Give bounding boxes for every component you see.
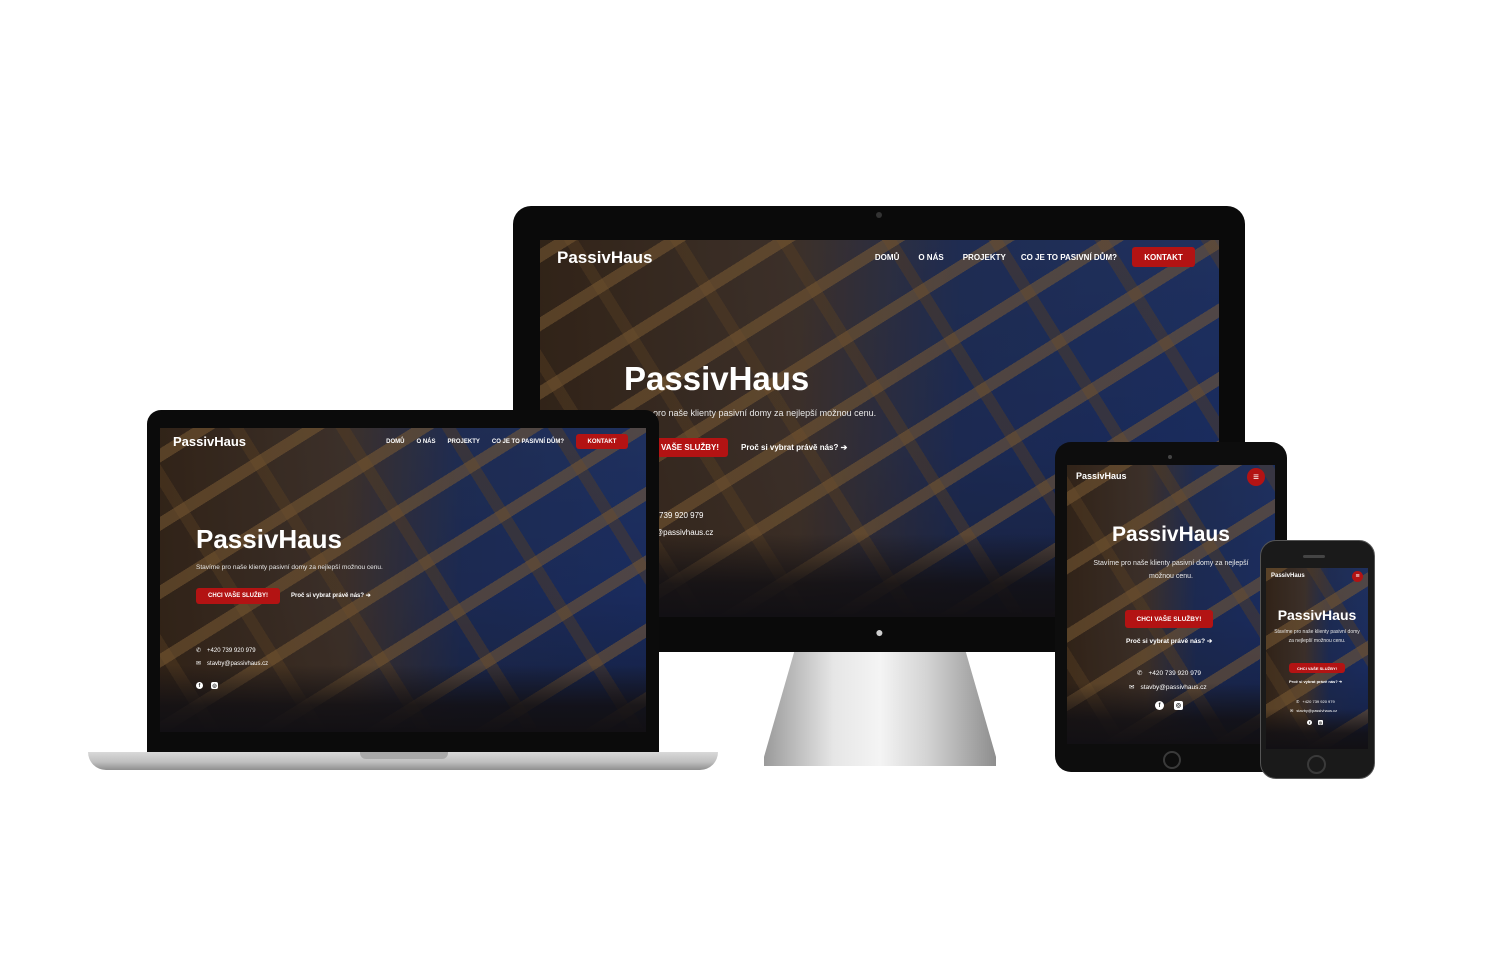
envelope-icon: ✉ <box>196 661 202 667</box>
email-text[interactable]: stavby@passivhaus.cz <box>207 661 268 667</box>
instagram-icon[interactable]: ◎ <box>1318 720 1323 725</box>
hero-title: PassivHaus <box>196 524 342 554</box>
why-us-link[interactable]: Proč si vybrat právě nás? ➔ <box>1126 637 1212 645</box>
phone-line: ✆ +420 739 920 979 <box>196 647 256 655</box>
imac-camera <box>876 212 882 218</box>
hero-subtitle: Stavíme pro naše klienty pasivní domy za… <box>1093 560 1249 580</box>
phone-line: 739 920 979 <box>659 511 704 520</box>
hero-subtitle: Stavíme pro naše klienty pasivní domy za… <box>196 564 383 571</box>
facebook-icon[interactable]: f <box>1155 701 1164 710</box>
nav-passive-house[interactable]: CO JE TO PASIVNÍ DŮM? <box>1021 253 1117 262</box>
hero-ground <box>1067 682 1275 744</box>
phone-icon: ✆ <box>1137 670 1143 677</box>
nav-contact-button[interactable]: KONTAKT <box>1132 247 1195 267</box>
site-logo[interactable]: PassivHaus <box>1271 573 1305 579</box>
cta-button[interactable]: VAŠE SLUŽBY! <box>652 438 728 457</box>
nav-about[interactable]: O NÁS <box>417 439 436 445</box>
cta-button[interactable]: CHCI VAŠE SLUŽBY! <box>1125 610 1213 628</box>
facebook-icon[interactable]: f <box>1307 720 1312 725</box>
cta-button[interactable]: CHCI VAŠE SLUŽBY! <box>1289 663 1345 673</box>
phone-icon: ✆ <box>196 648 202 654</box>
email-line: ✉ stavby@passivhaus.cz <box>196 660 268 668</box>
hamburger-icon[interactable]: ≡ <box>1352 571 1363 582</box>
tablet-camera <box>1168 455 1172 459</box>
email-text[interactable]: stavby@passivhaus.cz <box>1140 684 1206 691</box>
facebook-icon[interactable]: f <box>196 682 203 689</box>
why-us-link[interactable]: Proč si vybrat právě nás? ➔ <box>291 592 371 599</box>
nav-projects[interactable]: PROJEKTY <box>963 253 1006 262</box>
phone-text[interactable]: +420 739 920 979 <box>1148 670 1201 677</box>
nav-contact-button[interactable]: KONTAKT <box>576 434 628 449</box>
tablet-home-button <box>1163 751 1181 769</box>
envelope-icon: ✉ <box>1129 684 1135 691</box>
why-us-link[interactable]: Proč si vybrat právě nás? ➔ <box>741 443 847 452</box>
phone-home-button <box>1307 755 1326 774</box>
instagram-icon[interactable]: ◎ <box>1174 701 1183 710</box>
email-line: ✉ stavby@passivhaus.cz <box>1290 708 1337 713</box>
phone-text[interactable]: 739 920 979 <box>659 511 704 520</box>
instagram-icon[interactable]: ◎ <box>211 682 218 689</box>
nav-home[interactable]: DOMŮ <box>875 253 899 262</box>
phone-screen: PassivHaus ≡ PassivHaus Stavíme pro naše… <box>1266 568 1368 749</box>
hero-ground <box>1266 709 1368 749</box>
tablet-screen: PassivHaus ≡ PassivHaus Stavíme pro naše… <box>1067 465 1275 744</box>
email-line: y@passivhaus.cz <box>651 528 713 537</box>
hero-title: PassivHaus <box>1277 607 1357 623</box>
main-nav: DOMŮ O NÁS PROJEKTY CO JE TO PASIVNÍ DŮM… <box>875 247 1195 267</box>
nav-about[interactable]: O NÁS <box>918 253 943 262</box>
why-us-link[interactable]: Proč si vybrat právě nás? ➔ <box>1289 679 1342 684</box>
laptop-notch <box>360 752 448 759</box>
nav-passive-house[interactable]: CO JE TO PASIVNÍ DŮM? <box>492 439 564 445</box>
hamburger-icon[interactable]: ≡ <box>1247 468 1265 486</box>
site-logo[interactable]: PassivHaus <box>1076 471 1127 481</box>
phone-text[interactable]: +420 739 920 979 <box>1302 699 1334 704</box>
site-logo[interactable]: PassivHaus <box>557 248 652 268</box>
social-icons: f ◎ <box>196 682 218 689</box>
nav-projects[interactable]: PROJEKTY <box>448 439 480 445</box>
social-icons: f ◎ <box>1307 720 1323 725</box>
nav-home[interactable]: DOMŮ <box>386 439 404 445</box>
phone-text[interactable]: +420 739 920 979 <box>207 648 256 654</box>
phone-speaker <box>1303 555 1325 558</box>
email-text[interactable]: y@passivhaus.cz <box>651 528 713 537</box>
phone-line: ✆ +420 739 920 979 <box>1296 699 1335 704</box>
hero-subtitle: Stavíme pro naše klienty pasivní domy za… <box>1274 629 1360 644</box>
imac-stand <box>764 652 996 766</box>
laptop-screen: PassivHaus DOMŮ O NÁS PROJEKTY CO JE TO … <box>160 428 646 732</box>
hero-title: PassivHaus <box>624 360 810 397</box>
phone-icon: ✆ <box>1296 699 1300 704</box>
apple-logo-icon: ● <box>875 624 884 640</box>
hero-ground <box>160 665 646 732</box>
hero-subtitle: oro naše klienty pasivní domy za nejlepš… <box>653 408 877 418</box>
hero-title: PassivHaus <box>1112 523 1230 546</box>
email-text[interactable]: stavby@passivhaus.cz <box>1296 708 1337 713</box>
main-nav: DOMŮ O NÁS PROJEKTY CO JE TO PASIVNÍ DŮM… <box>386 434 628 449</box>
phone-line: ✆ +420 739 920 979 <box>1137 669 1201 678</box>
envelope-icon: ✉ <box>1290 708 1294 713</box>
site-logo[interactable]: PassivHaus <box>173 434 246 449</box>
email-line: ✉ stavby@passivhaus.cz <box>1129 683 1207 692</box>
social-icons: f ◎ <box>1155 701 1183 710</box>
cta-button[interactable]: CHCI VAŠE SLUŽBY! <box>196 588 280 604</box>
